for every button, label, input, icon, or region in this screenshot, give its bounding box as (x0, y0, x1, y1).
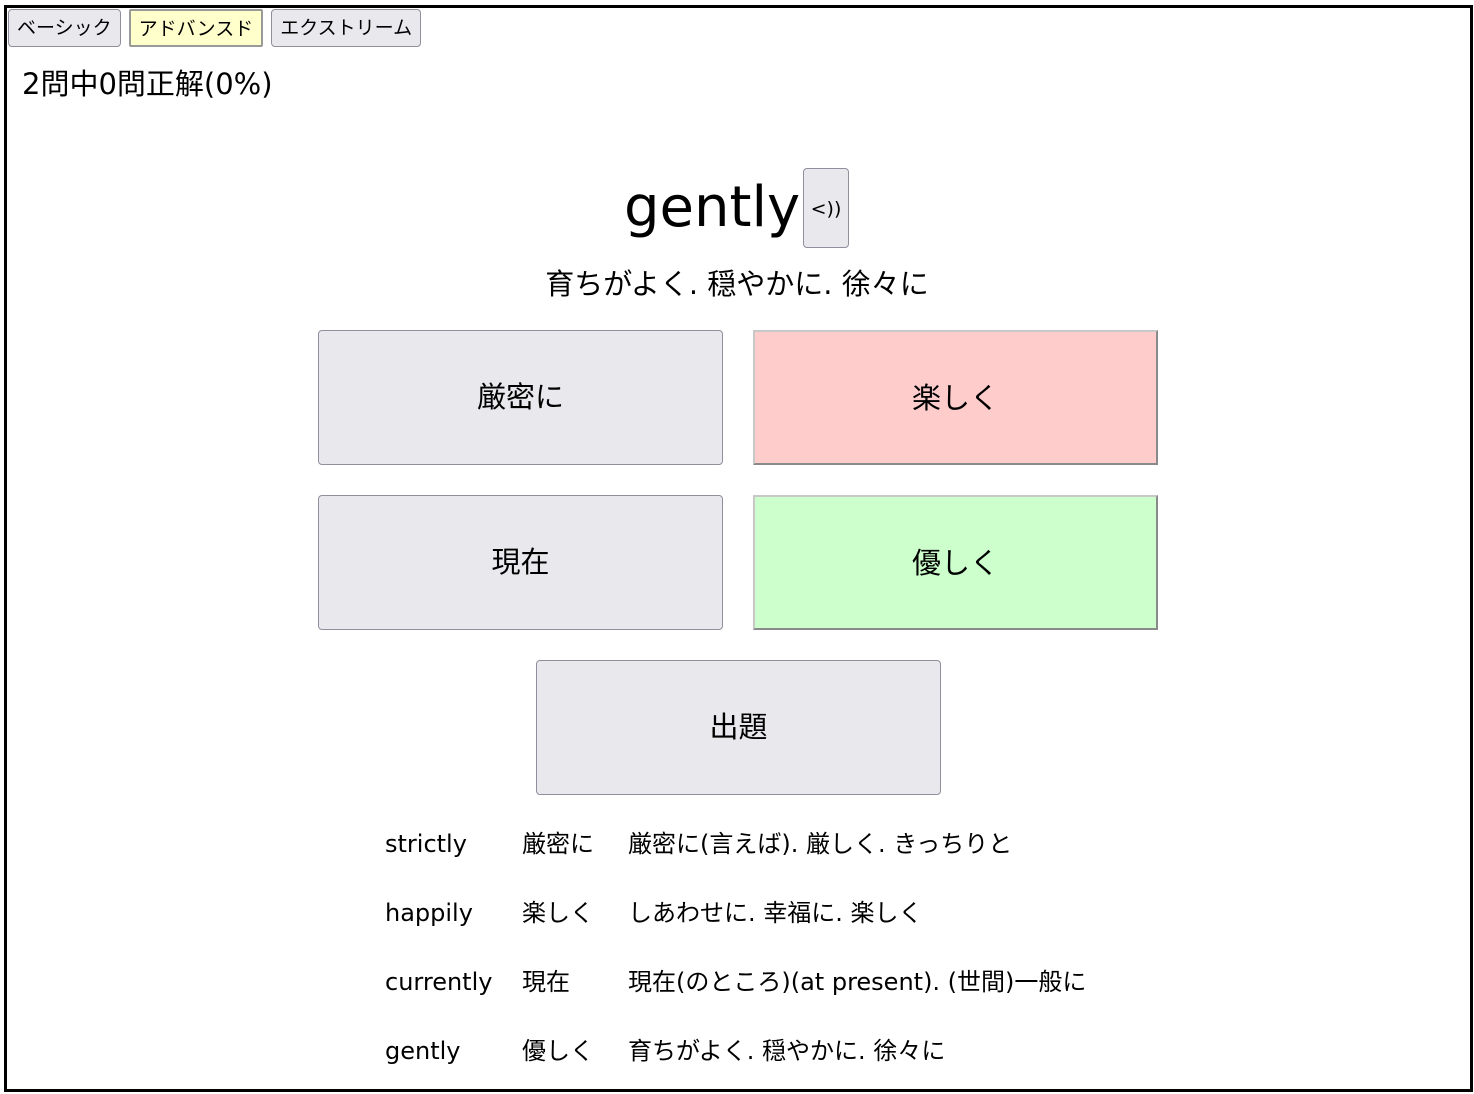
level-basic-button[interactable]: ベーシック (8, 9, 121, 47)
speak-button[interactable]: <)) (803, 168, 849, 248)
level-extreme-button[interactable]: エクストリーム (271, 9, 422, 47)
review-definition: しあわせに. 幸福に. 楽しく (628, 899, 923, 927)
review-definition: 厳密に(言えば). 厳しく. きっちりと (628, 830, 1013, 858)
review-english: currently (385, 968, 493, 996)
review-definition: 現在(のところ)(at present). (世間)一般に (628, 968, 1087, 996)
review-definition: 育ちがよく. 穏やかに. 徐々に (628, 1037, 946, 1065)
choice-button-2-wrong[interactable]: 楽しく (753, 330, 1158, 465)
review-japanese: 現在 (522, 968, 570, 996)
level-selector: ベーシック アドバンスド エクストリーム (8, 9, 422, 47)
question-word: gently (624, 175, 801, 240)
choice-button-3[interactable]: 現在 (318, 495, 723, 630)
review-japanese: 楽しく (522, 899, 594, 927)
next-question-button[interactable]: 出題 (536, 660, 941, 795)
question-word-row: gently <)) (0, 168, 1474, 250)
review-english: gently (385, 1037, 461, 1065)
choice-button-1[interactable]: 厳密に (318, 330, 723, 465)
review-japanese: 優しく (522, 1037, 594, 1065)
level-advanced-button[interactable]: アドバンスド (128, 9, 264, 47)
review-japanese: 厳密に (522, 830, 594, 858)
choice-button-4-correct[interactable]: 優しく (753, 495, 1158, 630)
review-english: strictly (385, 830, 467, 858)
score-text: 2問中0問正解(0%) (22, 67, 273, 101)
review-english: happily (385, 899, 473, 927)
question-meaning: 育ちがよく. 穏やかに. 徐々に (545, 267, 929, 301)
